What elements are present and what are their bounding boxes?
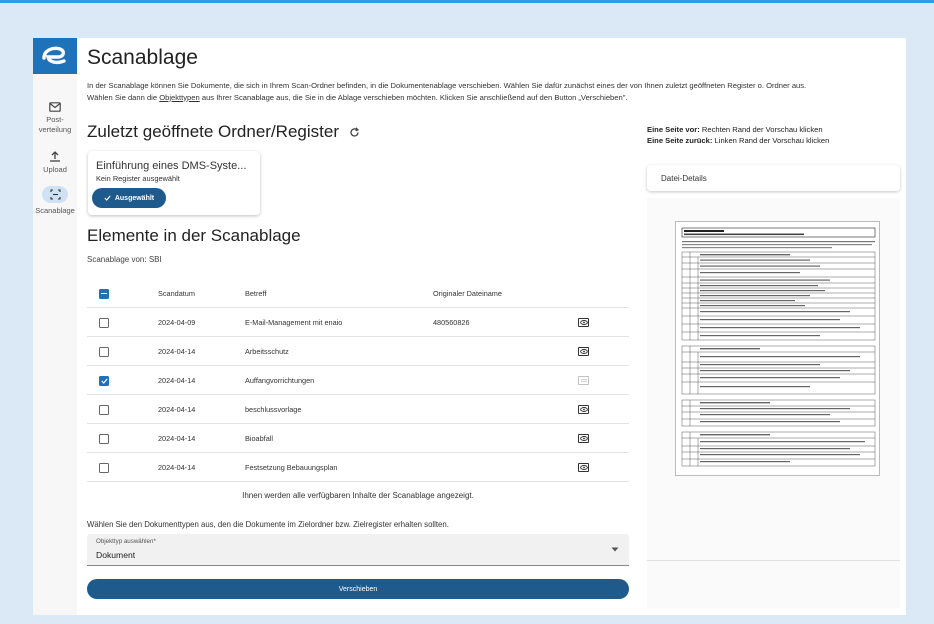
row-checkbox[interactable] bbox=[99, 346, 109, 357]
row-date: 2024-04-09 bbox=[158, 318, 196, 327]
row-date: 2024-04-14 bbox=[158, 376, 196, 385]
hint-next: Eine Seite vor: Rechten Rand der Vorscha… bbox=[647, 125, 823, 134]
rail-item-postverteilung[interactable]: Post- verteilung bbox=[33, 102, 77, 135]
row-filename: 480560826 bbox=[433, 318, 470, 327]
row-date: 2024-04-14 bbox=[158, 347, 196, 356]
row-subject: Auffangvorrichtungen bbox=[245, 376, 315, 385]
preview-eye-icon[interactable] bbox=[578, 434, 589, 443]
preview-divider bbox=[647, 560, 900, 561]
file-details-panel[interactable]: Datei-Details bbox=[647, 165, 900, 191]
selected-chip-label: Ausgewählt bbox=[114, 194, 155, 202]
document-preview-area[interactable] bbox=[647, 198, 900, 608]
row-checkbox[interactable] bbox=[99, 317, 109, 328]
app-background: Post- verteilung Upload Scanablage Scana… bbox=[0, 0, 934, 624]
row-date: 2024-04-14 bbox=[158, 434, 196, 443]
scanned-document-image bbox=[681, 227, 876, 467]
select-all-cell bbox=[99, 279, 109, 308]
preview-active-icon[interactable] bbox=[578, 376, 589, 385]
check-icon bbox=[104, 195, 111, 201]
table-row[interactable]: 2024-04-14 Festsetzung Bebauungsplan bbox=[87, 453, 629, 482]
elements-heading: Elemente in der Scanablage bbox=[87, 226, 301, 245]
recent-heading: Zuletzt geöffnete Ordner/Register bbox=[87, 122, 339, 141]
table-row[interactable]: 2024-04-14 Arbeitsschutz bbox=[87, 337, 629, 366]
recent-folder-title: Einführung eines DMS-Syste... bbox=[96, 160, 247, 172]
intro-text: In der Scanablage können Sie Dokumente, … bbox=[87, 80, 902, 103]
recent-folder-subtitle: Kein Register ausgewählt bbox=[96, 174, 180, 183]
nav-rail: Post- verteilung Upload Scanablage bbox=[33, 38, 77, 615]
row-subject: beschlussvorlage bbox=[245, 405, 302, 414]
mail-icon bbox=[49, 102, 61, 112]
scan-table: Scandatum Betreff Originaler Dateiname 2… bbox=[87, 279, 629, 482]
intro-text-b: aus Ihrer Scanablage aus, die Sie in die… bbox=[199, 92, 628, 102]
dropdown-arrow-icon bbox=[611, 547, 619, 552]
column-betreff[interactable]: Betreff bbox=[245, 279, 266, 308]
enaio-logo bbox=[33, 38, 77, 74]
row-checkbox[interactable] bbox=[99, 375, 109, 386]
preview-eye-icon[interactable] bbox=[578, 463, 589, 472]
rail-item-upload[interactable]: Upload bbox=[33, 151, 77, 175]
recent-folder-card[interactable]: Einführung eines DMS-Syste... Kein Regis… bbox=[88, 151, 260, 215]
row-subject: E-Mail-Management mit enaio bbox=[245, 318, 343, 327]
refresh-icon[interactable] bbox=[349, 126, 360, 138]
table-row[interactable]: 2024-04-14 beschlussvorlage bbox=[87, 395, 629, 424]
preview-eye-icon[interactable] bbox=[578, 405, 589, 414]
objekttypen-link[interactable]: Objekttypen bbox=[159, 93, 200, 102]
row-date: 2024-04-14 bbox=[158, 463, 196, 472]
selected-chip[interactable]: Ausgewählt bbox=[92, 188, 166, 208]
column-dateiname[interactable]: Originaler Dateiname bbox=[433, 279, 502, 308]
row-subject: Arbeitsschutz bbox=[245, 347, 289, 356]
preview-eye-icon[interactable] bbox=[578, 318, 589, 327]
all-content-note: Ihnen werden alle verfügbaren Inhalte de… bbox=[242, 491, 474, 500]
type-prompt: Wählen Sie den Dokumenttypen aus, den di… bbox=[87, 520, 449, 529]
row-date: 2024-04-14 bbox=[158, 405, 196, 414]
table-row[interactable]: 2024-04-14 Auffangvorrichtungen bbox=[87, 366, 629, 395]
table-row[interactable]: 2024-04-14 Bioabfall bbox=[87, 424, 629, 453]
page-title: Scanablage bbox=[87, 46, 198, 69]
recent-heading-row: Zuletzt geöffnete Ordner/Register bbox=[87, 122, 360, 142]
row-subject: Festsetzung Bebauungsplan bbox=[245, 463, 338, 472]
intro-line-2: Wählen Sie dann die Objekttypen aus Ihre… bbox=[87, 92, 902, 104]
select-value: Dokument bbox=[96, 550, 136, 560]
rail-label-postverteilung: Post- verteilung bbox=[38, 115, 72, 134]
intro-line-1: In der Scanablage können Sie Dokumente, … bbox=[87, 81, 807, 90]
object-type-select[interactable]: Objekttyp auswählen* Dokument bbox=[87, 534, 629, 566]
row-checkbox[interactable] bbox=[99, 404, 109, 415]
table-header: Scandatum Betreff Originaler Dateiname bbox=[87, 279, 629, 308]
select-label: Objekttyp auswählen* bbox=[96, 538, 156, 545]
move-button[interactable]: Verschieben bbox=[87, 579, 629, 599]
table-row[interactable]: 2024-04-09 E-Mail-Management mit enaio 4… bbox=[87, 308, 629, 337]
rail-item-scanablage[interactable]: Scanablage bbox=[33, 186, 77, 216]
logo-icon bbox=[42, 46, 66, 65]
preview-eye-icon[interactable] bbox=[578, 347, 589, 356]
rail-label-scanablage: Scanablage bbox=[35, 206, 75, 215]
document-preview-page[interactable] bbox=[675, 221, 880, 476]
row-checkbox[interactable] bbox=[99, 462, 109, 473]
row-subject: Bioabfall bbox=[245, 434, 273, 443]
scanner-icon bbox=[49, 189, 61, 200]
column-scandatum[interactable]: Scandatum bbox=[158, 279, 195, 308]
intro-text-a: Wählen Sie dann die bbox=[87, 92, 160, 102]
rail-active-indicator bbox=[42, 186, 68, 203]
app-window: Post- verteilung Upload Scanablage Scana… bbox=[33, 38, 906, 615]
navigation-hints: Eine Seite vor: Rechten Rand der Vorscha… bbox=[647, 124, 829, 146]
upload-icon bbox=[50, 151, 60, 162]
hint-prev: Eine Seite zurück: Linken Rand der Vorsc… bbox=[647, 136, 830, 145]
row-checkbox[interactable] bbox=[99, 433, 109, 444]
select-all-checkbox[interactable] bbox=[99, 288, 109, 299]
scan-owner: Scanablage von: SBI bbox=[87, 255, 162, 264]
rail-label-upload: Upload bbox=[43, 165, 67, 174]
